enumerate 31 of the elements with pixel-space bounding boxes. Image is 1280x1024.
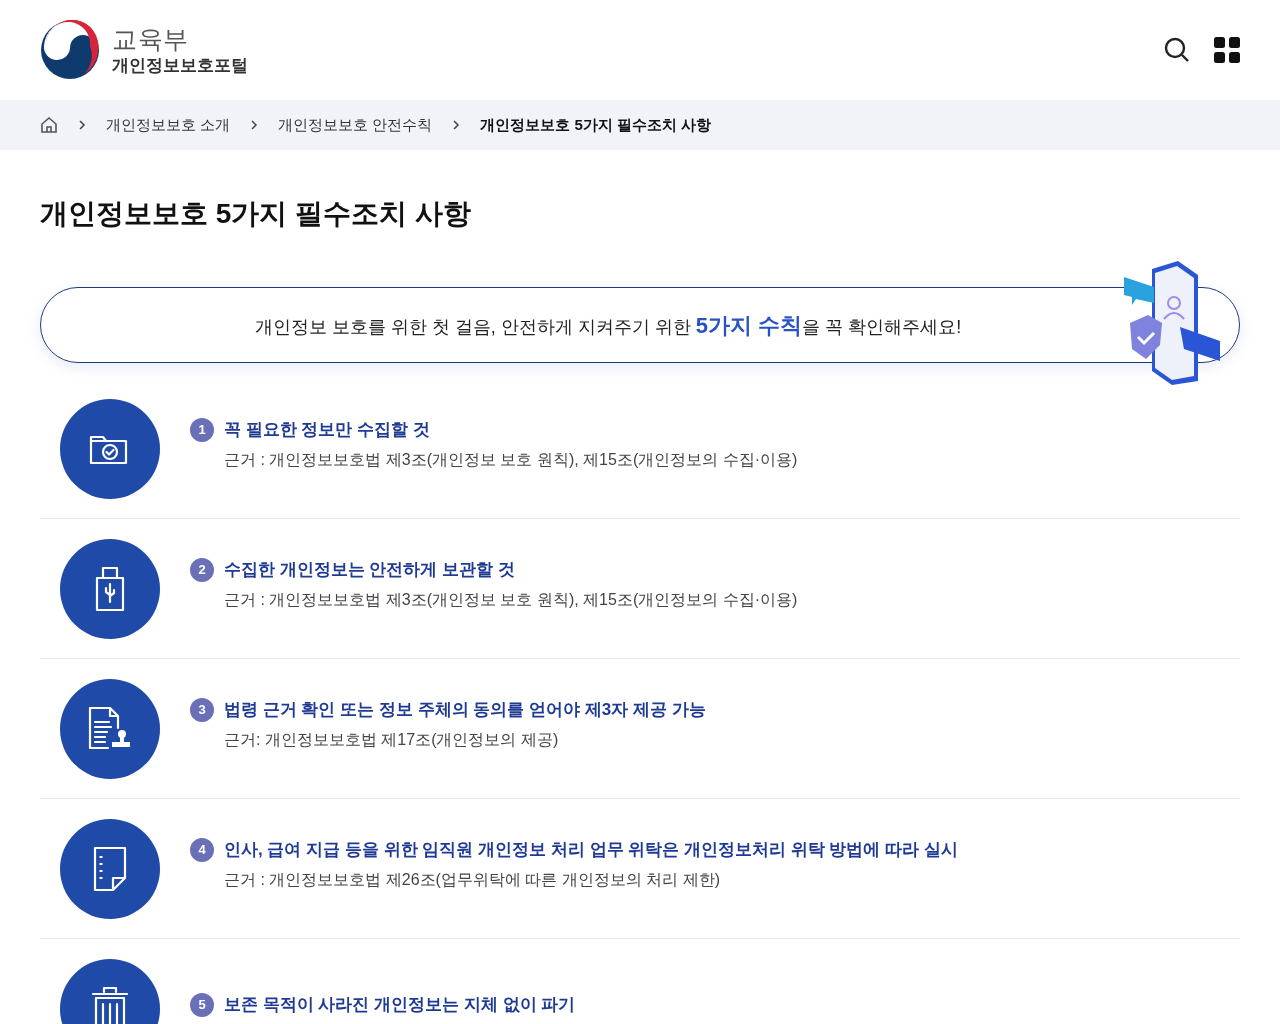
breadcrumb-link[interactable]: 개인정보보호 소개	[106, 113, 231, 137]
chevron-icon	[452, 119, 461, 131]
breadcrumb-link[interactable]: 개인정보보호 안전수칙	[278, 113, 433, 137]
legal-basis: 근거 : 개인정보보호법 제3조(개인정보 보호 원칙), 제15조(개인정보의 수집·이용)	[223, 450, 798, 471]
breadcrumb-link[interactable]: 개인정보보호 5가지 필수조치 사항	[480, 113, 712, 137]
step-number: 1	[190, 417, 214, 442]
step-number: 5	[190, 992, 214, 1017]
banner-text: 개인정보 보호를 위한 첫 걸음, 안전하게 지켜주기 위한 5가지 수칙 을 꼭 확인해주세요!	[254, 311, 963, 340]
home-icon[interactable]	[40, 116, 58, 134]
legal-basis: 근거 : 개인정보보호법 제3조(개인정보 보호 원칙), 제15조(개인정보의 수집·이용)	[223, 590, 798, 611]
step-title: 보존 목적이 사라진 개인정보는 지체 없이 파기	[224, 993, 576, 1016]
page-icon	[91, 845, 129, 892]
chevron-icon	[78, 119, 86, 131]
step-number: 3	[190, 697, 214, 722]
step-title: 인사, 급여 지급 등을 위한 임직원 개인정보 처리 업무 위탁은 개인정보처리 위탁 방법에 따라 실시	[224, 838, 958, 861]
portal-name: 개인정보보호포털	[112, 55, 248, 77]
step-title: 법령 근거 확인 또는 정보 주체의 동의를 얻어야 제3자 제공 가능	[224, 698, 706, 721]
step-number: 4	[190, 837, 214, 862]
legal-basis: 근거: 개인정보보호법 제17조(개인정보의 제공)	[223, 730, 560, 751]
step-title: 수집한 개인정보는 안전하게 보관할 것	[224, 558, 515, 581]
step-title: 꼭 필요한 정보만 수집할 것	[224, 418, 430, 441]
emblem-logo[interactable]	[40, 20, 100, 80]
legal-basis: 근거 : 개인정보보호법 제26조(업무위탁에 따른 개인정보의 처리 제한)	[223, 870, 721, 891]
step-number: 2	[190, 557, 214, 582]
trash-icon	[90, 985, 130, 1024]
search-icon[interactable]	[1164, 37, 1190, 63]
chevron-icon	[250, 119, 259, 131]
menu-grid-icon[interactable]	[1214, 37, 1240, 63]
usb-drive-icon	[93, 565, 127, 612]
ministry-name: 교육부	[112, 23, 190, 55]
page-title: 개인정보보호 5가지 필수조치 사항	[40, 197, 472, 231]
